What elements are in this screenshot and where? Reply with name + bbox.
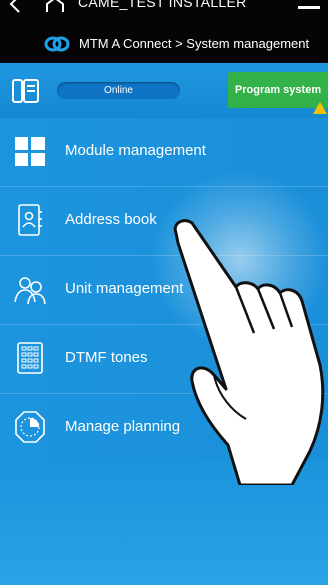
contact-book-icon — [18, 204, 42, 236]
program-system-button[interactable]: Program system — [228, 72, 328, 114]
installer-name: CAME_TEST INSTALLER — [78, 0, 247, 10]
warning-icon — [313, 102, 327, 114]
hamburger-menu-icon[interactable] — [298, 6, 320, 9]
program-system-label: Program system — [234, 84, 322, 96]
online-status-badge: Online — [57, 82, 180, 99]
keypad-icon — [17, 342, 43, 374]
system-management-menu: Module management Address book Unit mana… — [0, 118, 328, 463]
clock-icon — [15, 411, 45, 443]
home-icon[interactable] — [44, 0, 66, 12]
menu-item-label: Unit management — [65, 280, 184, 297]
back-icon[interactable] — [6, 0, 26, 14]
menu-item-manage-planning[interactable]: Manage planning — [0, 394, 328, 463]
status-bar: Online Program system — [0, 63, 328, 119]
intercom-device-icon — [12, 79, 39, 103]
menu-item-label: Module management — [65, 142, 206, 159]
menu-item-module-management[interactable]: Module management — [0, 118, 328, 187]
menu-item-address-book[interactable]: Address book — [0, 187, 328, 256]
menu-item-dtmf-tones[interactable]: DTMF tones — [0, 325, 328, 394]
connect-logo-icon — [44, 36, 70, 52]
menu-item-label: Address book — [65, 211, 157, 228]
menu-item-label: Manage planning — [65, 418, 181, 435]
menu-item-unit-management[interactable]: Unit management — [0, 256, 328, 325]
empty-area — [0, 459, 328, 585]
users-icon — [14, 277, 46, 305]
breadcrumb: MTM A Connect > System management — [79, 36, 310, 51]
menu-item-label: DTMF tones — [65, 349, 148, 366]
app-header: CAME_TEST INSTALLER MTM A Connect > Syst… — [0, 0, 328, 63]
grid-icon — [15, 137, 45, 166]
